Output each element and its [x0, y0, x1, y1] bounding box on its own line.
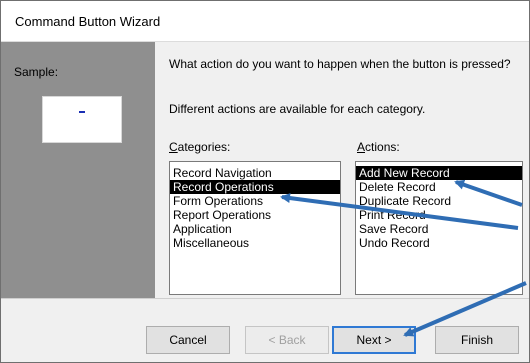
title-bar: Command Button Wizard — [1, 1, 529, 42]
actions-listbox[interactable]: Add New Record Delete Record Duplicate R… — [355, 161, 523, 295]
command-button-wizard-window: Command Button Wizard Sample: What actio… — [0, 0, 530, 363]
category-item[interactable]: Record Operations — [170, 180, 340, 194]
action-item[interactable]: Undo Record — [356, 236, 522, 250]
action-item[interactable]: Add New Record — [356, 166, 522, 180]
next-button[interactable]: Next > — [332, 326, 416, 354]
cancel-button[interactable]: Cancel — [146, 326, 230, 354]
action-item[interactable]: Print Record — [356, 208, 522, 222]
category-hint: Different actions are available for each… — [169, 102, 426, 116]
finish-button[interactable]: Finish — [435, 326, 519, 354]
action-item[interactable]: Duplicate Record — [356, 194, 522, 208]
sample-panel: Sample: — [1, 42, 155, 298]
actions-label: Actions: — [357, 140, 400, 154]
category-item[interactable]: Miscellaneous — [170, 236, 340, 250]
category-item[interactable]: Form Operations — [170, 194, 340, 208]
sample-label: Sample: — [14, 65, 59, 79]
categories-listbox[interactable]: Record Navigation Record Operations Form… — [169, 161, 341, 295]
category-item[interactable]: Application — [170, 222, 340, 236]
window-title: Command Button Wizard — [15, 14, 161, 29]
action-item[interactable]: Delete Record — [356, 180, 522, 194]
action-item[interactable]: Save Record — [356, 222, 522, 236]
back-button[interactable]: < Back — [245, 326, 329, 354]
action-question: What action do you want to happen when t… — [169, 57, 511, 71]
category-item[interactable]: Report Operations — [170, 208, 340, 222]
sample-button-icon — [79, 111, 85, 113]
footer-separator — [1, 298, 529, 299]
category-item[interactable]: Record Navigation — [170, 166, 340, 180]
sample-preview — [42, 96, 122, 143]
categories-label: Categories: — [169, 140, 231, 154]
